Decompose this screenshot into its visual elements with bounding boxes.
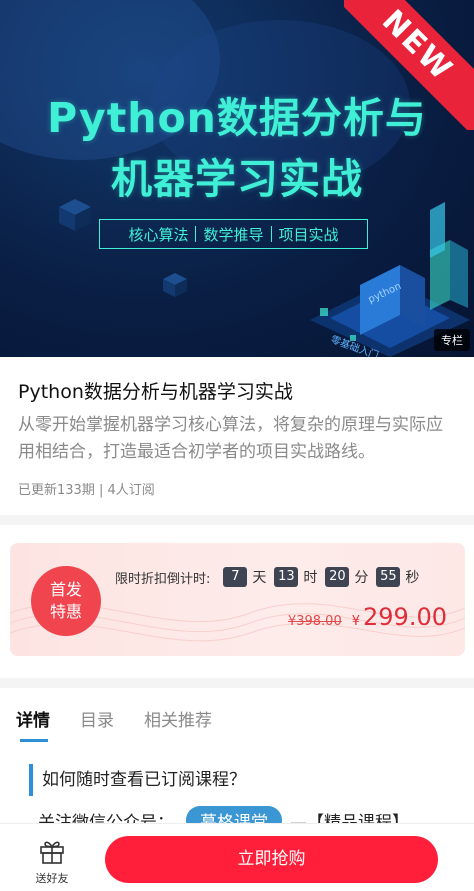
floating-cube-icon <box>59 199 91 231</box>
countdown-minutes: 20 <box>325 567 350 587</box>
currency-symbol: ¥ <box>351 614 361 629</box>
gift-label: 送好友 <box>35 872 69 885</box>
countdown-seconds-unit: 秒 <box>405 570 420 586</box>
gift-icon <box>40 841 64 864</box>
countdown-hours-unit: 时 <box>303 570 318 586</box>
course-banner[interactable]: Python数据分析与 机器学习实战 核心算法 数学推导 项目实战 python… <box>0 0 474 357</box>
price-block: ¥398.00 ¥299.00 <box>288 603 447 631</box>
course-info: Python数据分析与机器学习实战 从零开始掌握机器学习核心算法，将复杂的原理与… <box>0 357 474 515</box>
bottom-action-bar: 送好友 立即抢购 <box>0 823 474 891</box>
discount-countdown: 限时折扣倒计时: 7 天 13 时 20 分 55 秒 <box>115 567 422 587</box>
course-title: Python数据分析与机器学习实战 <box>18 381 293 403</box>
countdown-minutes-unit: 分 <box>354 570 369 586</box>
tag-divider <box>195 226 197 242</box>
countdown-days-unit: 天 <box>252 570 267 586</box>
course-description: 从零开始掌握机器学习核心算法，将复杂的原理与实际应用相结合，打造最适合初学者的项… <box>18 415 443 462</box>
new-ribbon-corner: NEW <box>344 0 474 130</box>
gift-to-friend-button[interactable]: 送好友 <box>24 838 80 886</box>
first-release-badge: 首发 特惠 <box>31 566 101 636</box>
tab-recommendations[interactable]: 相关推荐 <box>144 706 212 731</box>
floating-cube-icon <box>163 273 187 297</box>
badge-line: 特惠 <box>49 602 82 621</box>
new-ribbon: NEW <box>344 0 474 130</box>
column-badge: 专栏 <box>434 329 470 351</box>
section-heading: 如何随时查看已订阅课程？ <box>29 764 246 796</box>
countdown-hours: 13 <box>274 567 299 587</box>
countdown-days: 7 <box>223 567 248 587</box>
tab-catalog[interactable]: 目录 <box>80 706 114 731</box>
discount-card: 首发 特惠 限时折扣倒计时: 7 天 13 时 20 分 55 秒 ¥398.0… <box>10 543 465 656</box>
tab-bar: 详情 目录 相关推荐 <box>16 706 242 742</box>
badge-line: 首发 <box>49 580 82 599</box>
course-meta: 已更新133期 | 4人订阅 <box>18 483 155 498</box>
tab-details[interactable]: 详情 <box>16 706 50 742</box>
countdown-label: 限时折扣倒计时: <box>115 571 211 587</box>
countdown-seconds: 55 <box>376 567 401 587</box>
banner-tag: 核心算法 <box>128 225 189 244</box>
promo-section: 首发 特惠 限时折扣倒计时: 7 天 13 时 20 分 55 秒 ¥398.0… <box>0 525 474 678</box>
discount-price: ¥299.00 <box>352 603 447 631</box>
banner-tag: 数学推导 <box>203 225 264 244</box>
discount-price-value: 299.00 <box>363 603 447 631</box>
buy-now-button[interactable]: 立即抢购 <box>105 836 438 883</box>
tag-divider <box>270 226 272 242</box>
original-price: ¥398.00 <box>287 614 342 629</box>
